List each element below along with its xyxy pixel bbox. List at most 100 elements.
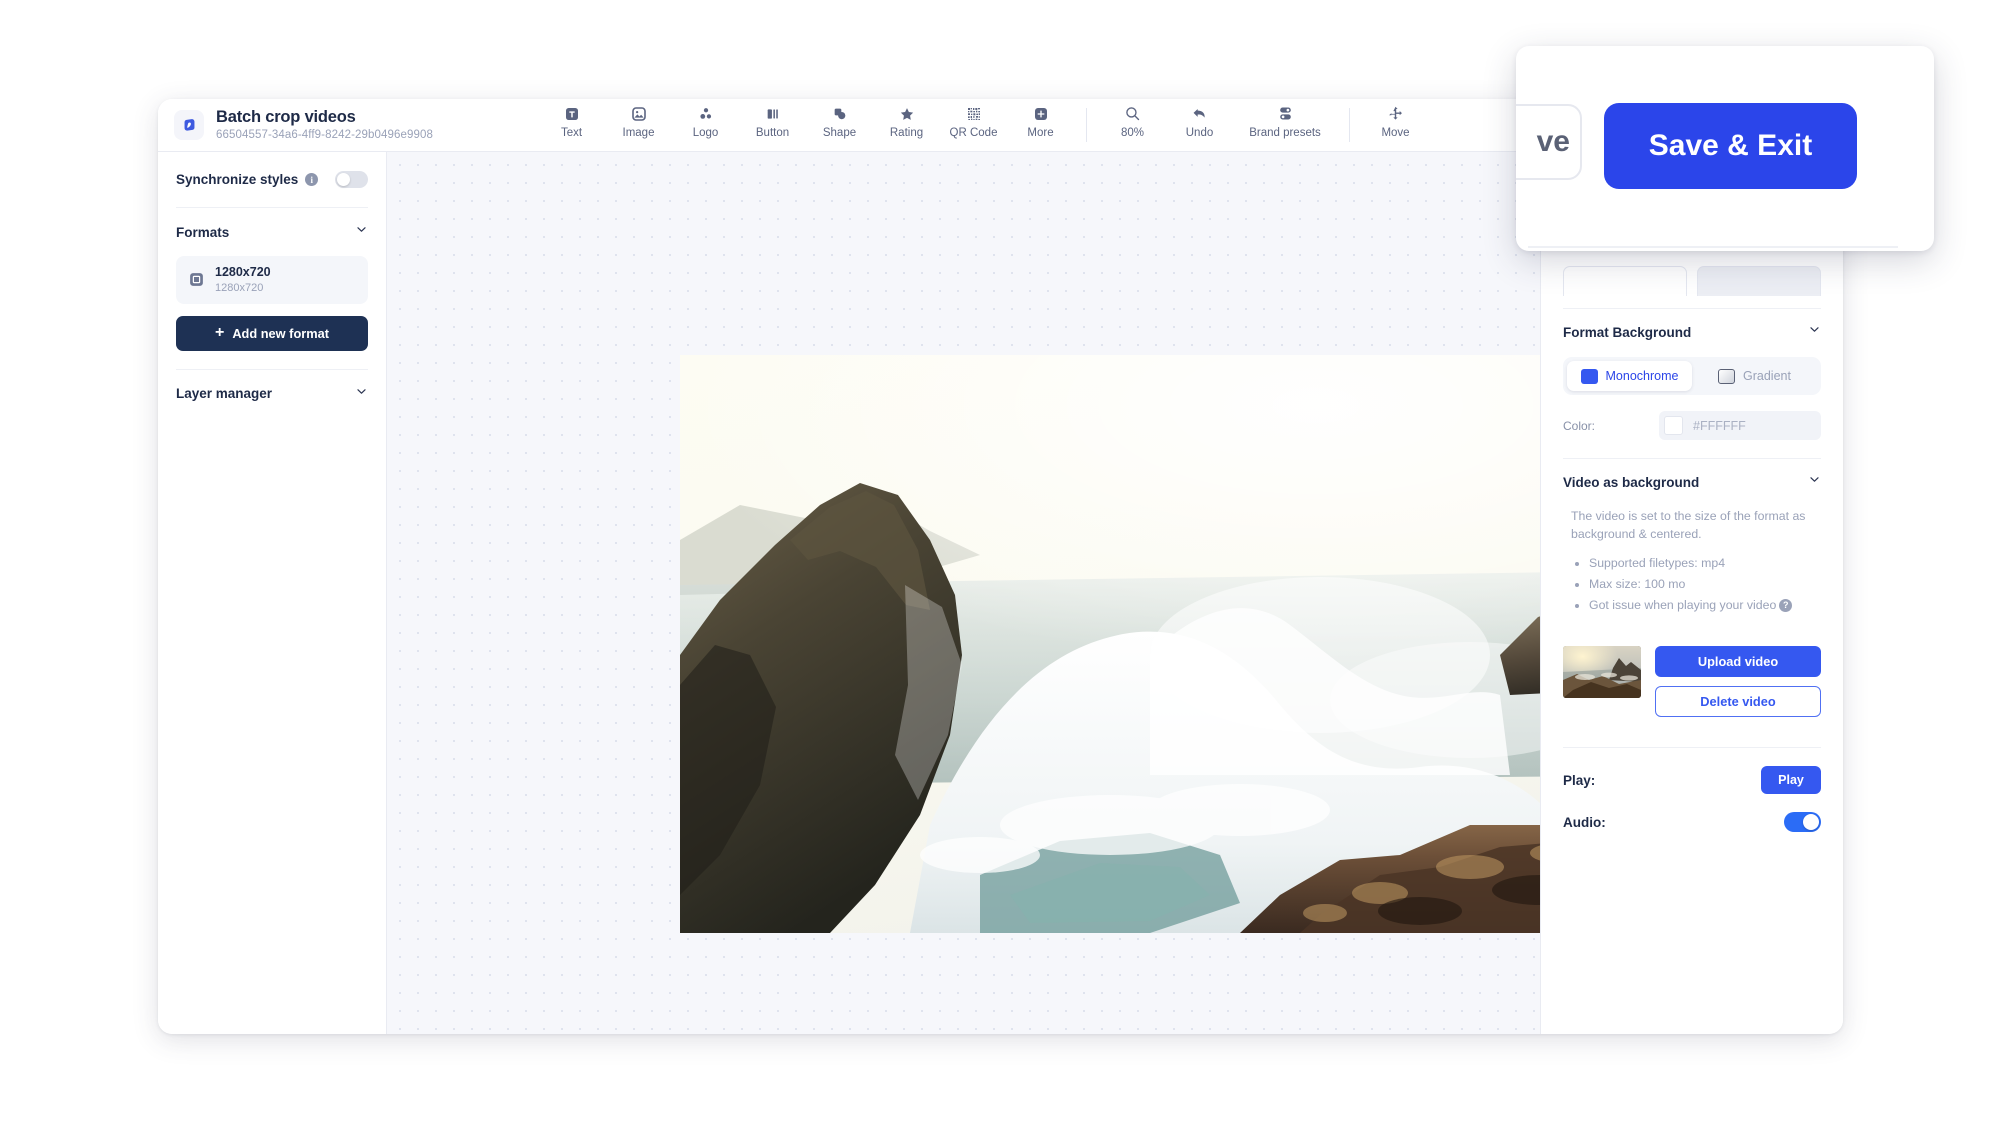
bullet-text: Got issue when playing your video (1589, 598, 1777, 613)
magnifier-icon (1124, 105, 1141, 123)
bullet-text: Max size: 100 mo (1589, 577, 1686, 592)
color-swatch-icon[interactable] (1664, 416, 1683, 435)
image-icon (631, 105, 647, 123)
shape-icon (832, 105, 848, 123)
color-row: Color: #FFFFFF (1563, 411, 1821, 440)
video-background-bullets: Supported filetypes: mp4 Max size: 100 m… (1589, 553, 1821, 616)
star-icon (899, 105, 915, 123)
tool-text[interactable]: Text (538, 105, 605, 139)
synchronize-styles-label: Synchronize styles (176, 172, 299, 187)
play-button[interactable]: Play (1761, 766, 1821, 795)
format-item-1280x720[interactable]: 1280x720 1280x720 (176, 256, 368, 304)
app-body: Synchronize styles i Formats 1280x720 12… (158, 152, 1843, 1034)
background-mode-gradient[interactable]: Gradient (1692, 361, 1817, 391)
list-item: Got issue when playing your video? (1589, 595, 1821, 616)
panel-separator-3 (1563, 747, 1821, 749)
tool-label: More (1027, 126, 1054, 139)
video-buttons: Upload video Delete video (1655, 646, 1821, 718)
overlay-divider (1528, 246, 1898, 248)
format-background-header[interactable]: Format Background (1563, 309, 1821, 355)
panel-tab-inactive[interactable] (1697, 266, 1821, 296)
video-background-description: The video is set to the size of the form… (1571, 509, 1806, 542)
video-still-artwork (680, 355, 1540, 933)
gradient-swatch-icon (1718, 368, 1736, 384)
tool-label: Move (1381, 126, 1410, 139)
synchronize-styles-toggle[interactable] (335, 171, 368, 188)
video-thumbnail[interactable] (1563, 646, 1641, 699)
canvas-video-frame[interactable] (680, 355, 1540, 933)
video-upload-row: Upload video Delete video (1563, 646, 1821, 718)
add-new-format-label: Add new format (232, 325, 330, 341)
chevron-down-icon (1808, 473, 1821, 491)
add-new-format-button[interactable]: + Add new format (176, 315, 368, 351)
upload-video-button[interactable]: Upload video (1655, 646, 1821, 678)
tool-label: QR Code (949, 126, 998, 139)
zoom-overlay-panel: ve Save & Exit (1516, 46, 1934, 251)
monochrome-label: Monochrome (1605, 369, 1679, 383)
tool-label: Logo (692, 126, 719, 139)
tool-label: Text (560, 126, 583, 139)
audio-toggle[interactable] (1784, 812, 1821, 833)
chevron-down-icon (355, 385, 368, 403)
tool-undo[interactable]: Undo (1166, 105, 1233, 139)
delete-video-button[interactable]: Delete video (1655, 686, 1821, 718)
save-and-exit-button[interactable]: Save & Exit (1604, 103, 1857, 189)
background-mode-segmented: Monochrome Gradient (1563, 357, 1821, 395)
left-sidebar: Synchronize styles i Formats 1280x720 12… (158, 152, 387, 1034)
tool-logo[interactable]: Logo (672, 105, 739, 139)
brand-block: Batch crop videos 66504557-34a6-4ff9-824… (158, 108, 538, 142)
layer-manager-section-header[interactable]: Layer manager (176, 370, 368, 418)
canvas-area[interactable] (387, 152, 1540, 1034)
gradient-label: Gradient (1743, 369, 1791, 383)
tool-more[interactable]: More (1007, 105, 1074, 139)
screen-root: Batch crop videos 66504557-34a6-4ff9-824… (0, 0, 2000, 1134)
chevron-down-icon (1808, 323, 1821, 341)
partial-save-button[interactable]: ve (1516, 104, 1582, 180)
tool-label: Rating (889, 126, 924, 139)
tool-move[interactable]: Move (1362, 105, 1429, 139)
monochrome-swatch-icon (1580, 368, 1598, 384)
format-texts: 1280x720 1280x720 (215, 265, 271, 295)
chevron-down-icon (355, 223, 368, 241)
list-item: Max size: 100 mo (1589, 574, 1821, 595)
move-icon (1387, 105, 1404, 123)
brand-text: Batch crop videos 66504557-34a6-4ff9-824… (216, 108, 433, 142)
format-icon (187, 271, 205, 289)
page-title: Batch crop videos (216, 107, 356, 126)
help-icon[interactable]: ? (1779, 599, 1793, 613)
synchronize-styles-label-group: Synchronize styles i (176, 172, 319, 187)
formats-section-header[interactable]: Formats (176, 208, 368, 256)
video-thumbnail-art (1563, 646, 1641, 699)
play-row: Play: Play (1563, 766, 1821, 795)
undo-arrow-icon (1191, 105, 1208, 123)
tool-rating[interactable]: Rating (873, 105, 940, 139)
qr-code-icon (966, 105, 982, 123)
info-icon[interactable]: i (305, 173, 319, 186)
tool-image[interactable]: Image (605, 105, 672, 139)
tool-button[interactable]: Button (739, 105, 806, 139)
color-input[interactable]: #FFFFFF (1659, 411, 1821, 440)
video-background-title: Video as background (1563, 474, 1700, 490)
logo-icon (698, 105, 714, 123)
background-mode-monochrome[interactable]: Monochrome (1567, 361, 1692, 391)
audio-row: Audio: (1563, 812, 1821, 833)
tool-zoom-level[interactable]: 80% (1099, 105, 1166, 139)
brand-presets-icon (1277, 105, 1294, 123)
video-background-header[interactable]: Video as background (1563, 459, 1821, 505)
tool-brand-presets[interactable]: Brand presets (1233, 105, 1337, 139)
color-label: Color: (1563, 418, 1596, 433)
audio-label: Audio: (1563, 814, 1606, 830)
app-logo-icon (174, 110, 204, 140)
tool-label: Shape (822, 126, 857, 139)
panel-tab-active[interactable] (1563, 266, 1687, 296)
format-dimensions: 1280x720 (215, 281, 264, 294)
toolbar-divider (1086, 107, 1087, 142)
tool-qrcode[interactable]: QR Code (940, 105, 1007, 139)
toolbar-divider-2 (1349, 107, 1350, 142)
tool-label: Undo (1185, 126, 1214, 139)
tool-label: Button (755, 126, 790, 139)
tool-shape[interactable]: Shape (806, 105, 873, 139)
plus-square-icon (1033, 105, 1049, 123)
tool-label: Brand presets (1249, 126, 1321, 139)
formats-title: Formats (176, 224, 230, 240)
